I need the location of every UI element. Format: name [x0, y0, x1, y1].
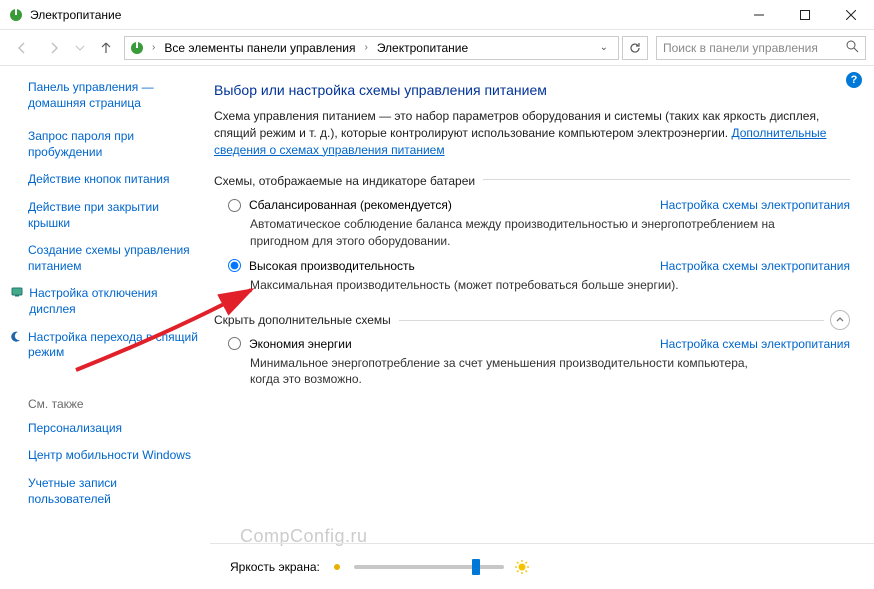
control-panel-icon [129, 40, 145, 56]
collapse-button[interactable] [830, 310, 850, 330]
breadcrumb[interactable]: › Все элементы панели управления › Элект… [124, 36, 619, 60]
sidebar-item-lid-close[interactable]: Действие при закрытии крышки [28, 200, 198, 231]
brightness-label: Яркость экрана: [230, 560, 320, 574]
window-title: Электропитание [30, 8, 736, 22]
brightness-bar: Яркость экрана: [210, 543, 874, 589]
plan-high-name: Высокая производительность [249, 259, 660, 273]
divider [483, 179, 850, 180]
see-also-mobility-center[interactable]: Центр мобильности Windows [28, 448, 198, 464]
maximize-button[interactable] [782, 0, 828, 30]
app-icon [8, 7, 24, 23]
sun-dim-icon [330, 560, 344, 574]
section-battery-label: Схемы, отображаемые на индикаторе батаре… [214, 174, 475, 188]
chevron-right-icon: › [361, 42, 370, 53]
plan-high-settings-link[interactable]: Настройка схемы электропитания [660, 259, 850, 273]
forward-button[interactable] [40, 34, 68, 62]
page-title: Выбор или настройка схемы управления пит… [214, 82, 850, 98]
sidebar-item-sleep[interactable]: Настройка перехода в спящий режим [28, 330, 198, 361]
address-bar: › Все элементы панели управления › Элект… [0, 30, 874, 66]
breadcrumb-segment[interactable]: Электропитание [375, 41, 470, 55]
content-area: ? Выбор или настройка схемы управления п… [210, 66, 874, 589]
search-placeholder: Поиск в панели управления [663, 41, 818, 55]
up-button[interactable] [92, 34, 120, 62]
plan-power-saver: Экономия энергии Настройка схемы электро… [228, 337, 850, 387]
plan-balanced-desc: Автоматическое соблюдение баланса между … [250, 216, 780, 248]
breadcrumb-dropdown[interactable]: ⌄ [594, 42, 614, 53]
radio-high-performance[interactable] [228, 259, 241, 272]
plan-balanced-name: Сбалансированная (рекомендуется) [249, 198, 660, 212]
plan-balanced: Сбалансированная (рекомендуется) Настрой… [228, 198, 850, 248]
search-input[interactable]: Поиск в панели управления [656, 36, 866, 60]
back-button[interactable] [8, 34, 36, 62]
slider-thumb[interactable] [472, 559, 480, 575]
titlebar: Электропитание [0, 0, 874, 30]
plan-eco-name: Экономия энергии [249, 337, 660, 351]
radio-balanced[interactable] [228, 199, 241, 212]
sun-bright-icon [514, 559, 530, 575]
see-also-label: См. также [28, 397, 198, 411]
refresh-button[interactable] [622, 36, 648, 60]
radio-power-saver[interactable] [228, 337, 241, 350]
page-description: Схема управления питанием — это набор па… [214, 108, 850, 158]
plan-balanced-settings-link[interactable]: Настройка схемы электропитания [660, 198, 850, 212]
display-icon [10, 286, 23, 298]
see-also-personalization[interactable]: Персонализация [28, 421, 198, 437]
help-icon[interactable]: ? [846, 72, 862, 88]
see-also-user-accounts[interactable]: Учетные записи пользователей [28, 476, 198, 507]
search-icon [846, 40, 859, 56]
close-button[interactable] [828, 0, 874, 30]
divider [399, 320, 824, 321]
sidebar-item-create-plan[interactable]: Создание схемы управления питанием [28, 243, 198, 274]
moon-icon [10, 330, 22, 342]
chevron-right-icon: › [149, 42, 158, 53]
sidebar-item-password-wake[interactable]: Запрос пароля при пробуждении [28, 129, 198, 160]
plan-eco-settings-link[interactable]: Настройка схемы электропитания [660, 337, 850, 351]
breadcrumb-segment[interactable]: Все элементы панели управления [162, 41, 357, 55]
sidebar-item-display-off[interactable]: Настройка отключения дисплея [28, 286, 198, 317]
recent-dropdown[interactable] [72, 34, 88, 62]
plan-eco-desc: Минимальное энергопотребление за счет ум… [250, 355, 780, 387]
plan-high-performance: Высокая производительность Настройка схе… [228, 259, 850, 293]
sidebar: Панель управления — домашняя страница За… [0, 66, 210, 589]
section-hide-label[interactable]: Скрыть дополнительные схемы [214, 313, 391, 327]
brightness-slider[interactable] [354, 565, 504, 569]
plan-high-desc: Максимальная производительность (может п… [250, 277, 780, 293]
sidebar-home[interactable]: Панель управления — домашняя страница [28, 80, 198, 111]
sidebar-item-power-buttons[interactable]: Действие кнопок питания [28, 172, 198, 188]
minimize-button[interactable] [736, 0, 782, 30]
